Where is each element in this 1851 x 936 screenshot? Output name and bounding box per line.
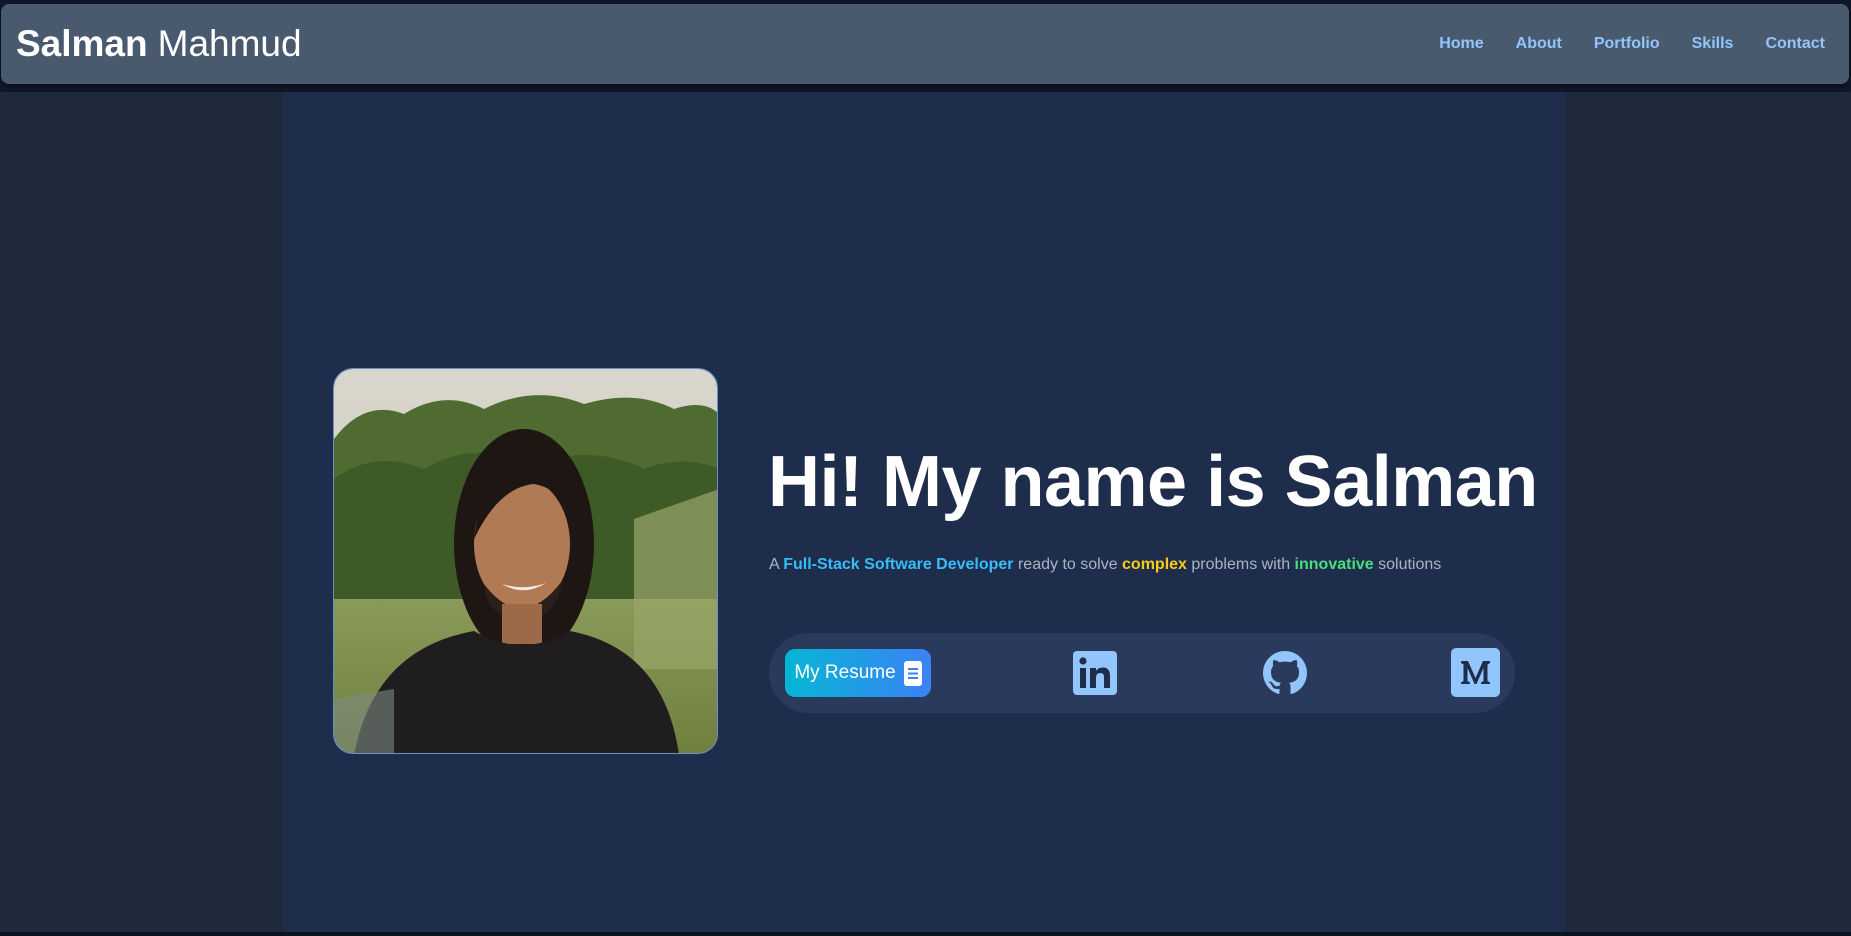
tagline-text-1: A (769, 556, 784, 573)
hero-tagline: A Full-Stack Software Developer ready to… (769, 556, 1529, 574)
nav-link-home[interactable]: Home (1439, 35, 1483, 53)
resume-button[interactable]: My Resume (785, 649, 931, 697)
nav-link-portfolio[interactable]: Portfolio (1594, 35, 1660, 53)
linkedin-icon[interactable] (1073, 651, 1117, 695)
hero-headline: Hi! My name is Salman (768, 442, 1538, 522)
tagline-text-4: solutions (1373, 556, 1442, 573)
nav-link-skills[interactable]: Skills (1692, 35, 1734, 53)
tagline-highlight-complex: complex (1122, 556, 1187, 573)
tagline-highlight-innovative: innovative (1294, 556, 1374, 573)
profile-photo (333, 368, 718, 754)
nav-link-contact[interactable]: Contact (1765, 35, 1825, 53)
medium-icon[interactable] (1451, 648, 1500, 697)
tagline-text-2: ready to solve (1013, 556, 1123, 573)
brand-logo[interactable]: Salman Mahmud (16, 23, 302, 65)
document-icon (903, 660, 922, 686)
nav-links: Home About Portfolio Skills Contact (1439, 35, 1825, 53)
navbar: Salman Mahmud Home About Portfolio Skills… (1, 4, 1849, 84)
tagline-text-3: problems with (1186, 556, 1295, 573)
tagline-highlight-role: Full-Stack Software Developer (783, 556, 1014, 573)
nav-link-about[interactable]: About (1516, 35, 1562, 53)
resume-button-label: My Resume (794, 662, 896, 683)
social-links-bar: My Resume (769, 633, 1515, 713)
brand-first-name: Salman (16, 23, 148, 64)
brand-last-name: Mahmud (157, 23, 302, 64)
github-icon[interactable] (1263, 651, 1307, 695)
bottom-strip (0, 932, 1851, 936)
